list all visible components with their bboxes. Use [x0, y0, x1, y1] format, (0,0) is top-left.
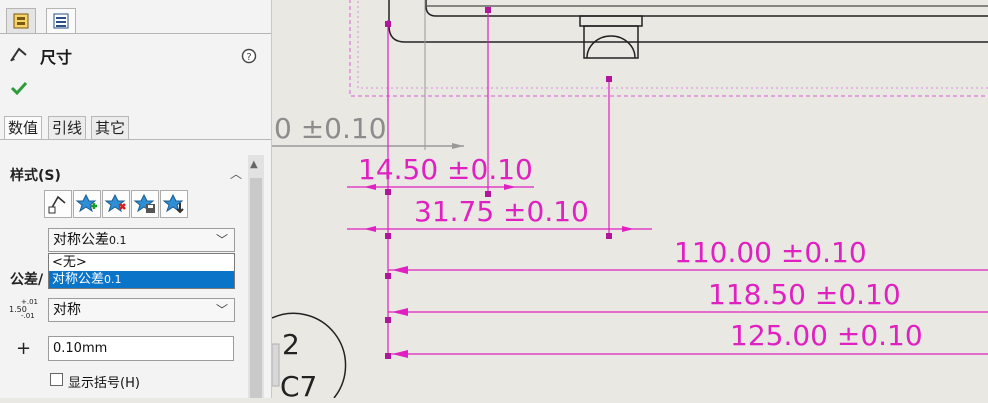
feature-tree-icon — [13, 13, 29, 29]
delete-style-icon — [104, 193, 126, 213]
chevron-down-icon: ﹀ — [215, 233, 228, 247]
dimension-14-50[interactable]: 14.50 ±0.10 — [358, 153, 533, 186]
dimension-icon — [10, 47, 27, 62]
drawing-canvas[interactable]: 0 ±0.10 14.50 ±0.10 31.75 ±0.10 110.00 ±… — [272, 0, 988, 403]
tolerance-type-dropdown: <无> 对称公差0.1 — [48, 253, 235, 289]
dimension-style-icon — [48, 195, 66, 214]
dimension-125-00[interactable]: 125.00 ±0.10 — [730, 319, 923, 352]
dimension-110-00[interactable]: 110.00 ±0.10 — [674, 236, 867, 269]
dropdown-option-symmetric[interactable]: 对称公差0.1 — [49, 271, 234, 288]
dimension-118-50[interactable]: 118.50 ±0.10 — [708, 278, 901, 311]
tolerance-type-suffix: 0.1 — [109, 234, 127, 247]
tolerance-type-value: 对称公差 — [53, 232, 109, 248]
style-button-4[interactable] — [131, 190, 159, 218]
svg-text:?: ? — [246, 52, 251, 63]
page-title: 尺寸 — [40, 48, 73, 67]
tab-leaders[interactable]: 引线 — [48, 116, 87, 140]
style-button-5[interactable] — [160, 190, 188, 218]
load-style-icon — [162, 193, 184, 214]
ok-check-icon[interactable] — [10, 80, 28, 96]
dimension-31-75[interactable]: 31.75 ±0.10 — [414, 195, 589, 228]
subtab-divider — [0, 139, 271, 140]
scroll-up-icon[interactable]: ▲ — [250, 159, 258, 170]
plus-icon: + — [16, 338, 32, 359]
tolerance-value-input[interactable]: 0.10mm — [48, 336, 234, 361]
tab-other[interactable]: 其它 — [91, 116, 130, 140]
tolerance-precision-value: 对称 — [53, 302, 81, 318]
help-icon[interactable]: ? — [241, 48, 257, 64]
partial-label-c7: C7 — [280, 370, 318, 403]
show-parentheses-checkbox[interactable] — [50, 373, 63, 386]
tab-divider — [0, 33, 271, 34]
style-button-2[interactable] — [73, 190, 101, 218]
style-button-1[interactable] — [44, 190, 72, 218]
tolerance-precision-select[interactable]: 对称 ﹀ — [48, 298, 235, 322]
property-manager-panel: 尺寸 ? 数值 引线 其它 样式(S) ︿ 对称公差0.1 ﹀ 公差/ <无> … — [0, 0, 272, 398]
save-style-icon — [133, 193, 155, 213]
scrollbar-thumb[interactable] — [250, 178, 262, 398]
show-parentheses-label: 显示括号(H) — [68, 376, 140, 391]
property-list-icon — [53, 13, 69, 29]
partial-label-2: 2 — [282, 328, 300, 361]
add-style-icon — [75, 193, 97, 213]
feature-manager-tab[interactable] — [6, 8, 36, 34]
chevron-down-icon: ﹀ — [215, 303, 228, 317]
collapse-chevron-icon[interactable]: ︿ — [230, 165, 242, 182]
precision-icon: +.01 1.50 -.01 — [9, 298, 38, 320]
tab-values[interactable]: 数值 — [4, 116, 43, 140]
property-manager-tab[interactable] — [46, 8, 76, 34]
tolerance-section-label: 公差/ — [10, 272, 44, 288]
style-button-3[interactable] — [102, 190, 130, 218]
style-section-label: 样式(S) — [10, 168, 61, 184]
tolerance-type-select[interactable]: 对称公差0.1 ﹀ — [48, 228, 235, 252]
partial-dimension-text[interactable]: 0 ±0.10 — [274, 112, 387, 145]
dropdown-option-none[interactable]: <无> — [49, 254, 234, 271]
